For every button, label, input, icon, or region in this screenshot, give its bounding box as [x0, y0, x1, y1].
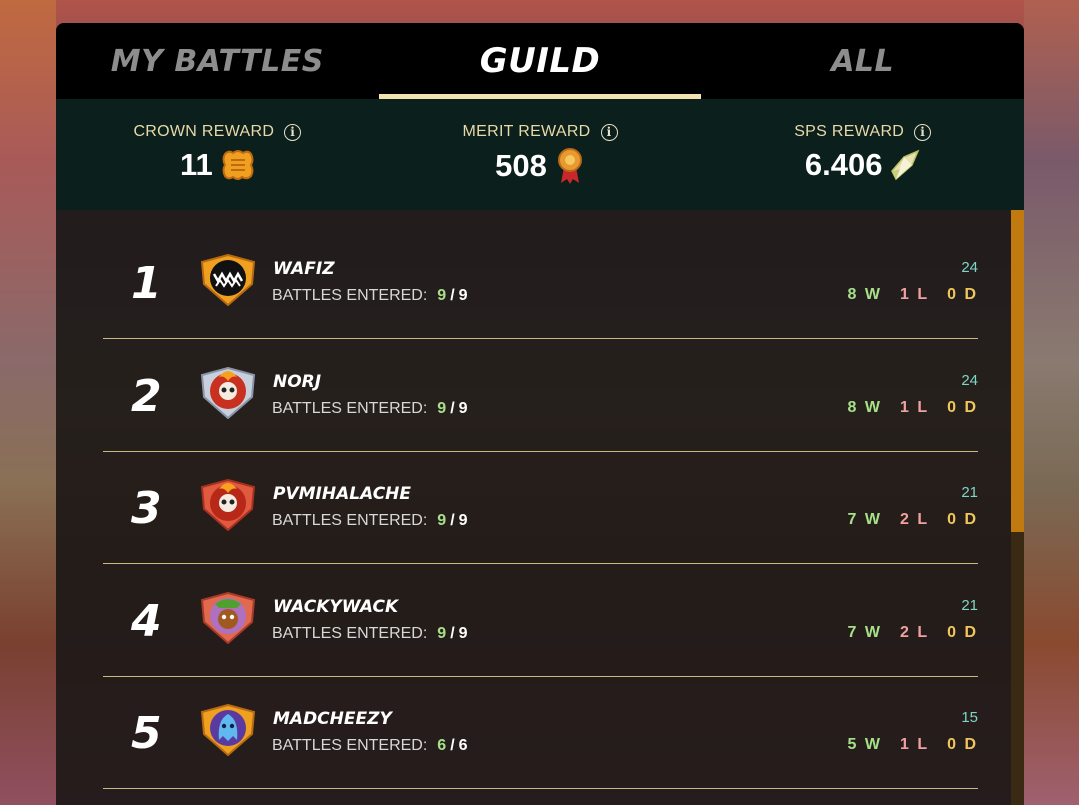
- draws: 0 D: [947, 511, 978, 528]
- win-loss-draw: 7 W 2 L 0 D: [848, 511, 978, 529]
- battles-total: 9: [458, 287, 468, 304]
- fire-skull-avatar-red: [200, 479, 256, 531]
- merit-reward-label: MERIT REWARD: [462, 123, 591, 140]
- battles-total: 9: [458, 400, 468, 417]
- battles-label: BATTLES ENTERED:: [272, 400, 428, 417]
- battles-total: 9: [458, 625, 468, 642]
- player-name[interactable]: WAFIZ: [273, 259, 335, 279]
- score: 24: [961, 372, 978, 389]
- losses: 1 L: [899, 399, 930, 416]
- losses: 2 L: [899, 511, 930, 528]
- win-loss-draw: 8 W 1 L 0 D: [848, 286, 978, 304]
- battles-count: 9: [437, 287, 447, 304]
- player-name[interactable]: PVMIHALACHE: [273, 484, 411, 504]
- battles-count: 9: [437, 400, 447, 417]
- table-row[interactable]: 4 WACKYWACK BATTLES ENTERED: 9 / 9 21 7 …: [103, 564, 978, 677]
- losses: 2 L: [899, 624, 930, 641]
- sps-shard-icon: [891, 149, 920, 181]
- battles-entered: BATTLES ENTERED: 6 / 6: [272, 737, 468, 754]
- sps-reward-value: 6.406: [804, 147, 883, 182]
- sps-reward-label: SPS REWARD: [794, 123, 905, 140]
- win-loss-draw: 5 W 1 L 0 D: [848, 736, 978, 754]
- crown-token-icon: [222, 150, 254, 180]
- battles-entered: BATTLES ENTERED: 9 / 9: [272, 400, 468, 417]
- battles-count: 6: [437, 737, 447, 754]
- tab-guild[interactable]: GUILD: [378, 23, 702, 99]
- losses: 1 L: [899, 286, 930, 303]
- battles-count: 9: [437, 512, 447, 529]
- crown-reward: CROWN REWARD i 11: [56, 99, 379, 210]
- draws: 0 D: [947, 736, 978, 753]
- player-name[interactable]: NORJ: [273, 372, 321, 392]
- win-loss-draw: 7 W 2 L 0 D: [848, 624, 978, 642]
- merit-reward: MERIT REWARD i 508: [379, 99, 702, 210]
- info-icon[interactable]: i: [914, 123, 932, 141]
- battles-label: BATTLES ENTERED:: [272, 287, 428, 304]
- background-left: [0, 0, 56, 805]
- scrollbar-thumb[interactable]: [1011, 210, 1024, 532]
- battles-total: 9: [458, 512, 468, 529]
- rank-number: 2: [131, 371, 162, 422]
- wins: 5 W: [847, 736, 882, 753]
- wins: 7 W: [847, 511, 882, 528]
- losses: 1 L: [899, 736, 930, 753]
- player-name[interactable]: WACKYWACK: [273, 597, 398, 617]
- draws: 0 D: [947, 624, 978, 641]
- tab-my-battles[interactable]: MY BATTLES: [56, 23, 379, 99]
- background-right: [1024, 0, 1079, 805]
- goblin-avatar: [200, 592, 256, 644]
- merit-medal-icon: [557, 148, 582, 184]
- rank-number: 3: [131, 483, 162, 534]
- battles-count: 9: [437, 625, 447, 642]
- wins: 8 W: [847, 399, 882, 416]
- score: 15: [961, 709, 978, 726]
- battles-entered: BATTLES ENTERED: 9 / 9: [272, 512, 468, 529]
- sps-reward: SPS REWARD i 6.406: [701, 99, 1024, 210]
- table-row[interactable]: 2 NORJ BATTLES ENTERED: 9 / 9 24 8 W 1 L…: [103, 339, 978, 452]
- player-name[interactable]: MADCHEEZY: [273, 709, 392, 729]
- rank-number: 4: [131, 596, 162, 647]
- rank-number: 1: [131, 258, 162, 309]
- draws: 0 D: [947, 399, 978, 416]
- score: 21: [961, 484, 978, 501]
- wins: 7 W: [847, 624, 882, 641]
- leaderboard-list: 1 WAFIZ BATTLES ENTERED: 9 / 9 24 8 W 1 …: [56, 210, 1024, 805]
- blue-ghost-avatar: [200, 704, 256, 756]
- leaderboard-panel: MY BATTLES GUILD ALL CROWN REWARD i 11 M…: [56, 23, 1024, 805]
- crown-reward-value: 11: [179, 147, 213, 182]
- tab-all[interactable]: ALL: [701, 23, 1024, 99]
- draws: 0 D: [947, 286, 978, 303]
- rank-number: 5: [131, 708, 162, 759]
- info-icon[interactable]: i: [600, 123, 618, 141]
- crown-reward-label: CROWN REWARD: [133, 123, 275, 140]
- tab-bar: MY BATTLES GUILD ALL: [56, 23, 1024, 99]
- fire-skull-avatar-silver: [200, 367, 256, 419]
- score: 21: [961, 597, 978, 614]
- info-icon[interactable]: i: [284, 123, 302, 141]
- merit-reward-value: 508: [495, 148, 547, 183]
- battles-entered: BATTLES ENTERED: 9 / 9: [272, 625, 468, 642]
- table-row[interactable]: 5 MADCHEEZY BATTLES ENTERED: 6 / 6 15 5 …: [103, 676, 978, 789]
- wins: 8 W: [847, 286, 882, 303]
- win-loss-draw: 8 W 1 L 0 D: [848, 399, 978, 417]
- battles-label: BATTLES ENTERED:: [272, 625, 428, 642]
- rewards-bar: CROWN REWARD i 11 MERIT REWARD i 508 SPS…: [56, 99, 1024, 210]
- table-row[interactable]: 3 PVMIHALACHE BATTLES ENTERED: 9 / 9 21 …: [103, 451, 978, 564]
- battles-label: BATTLES ENTERED:: [272, 737, 428, 754]
- battles-label: BATTLES ENTERED:: [272, 512, 428, 529]
- table-row[interactable]: 1 WAFIZ BATTLES ENTERED: 9 / 9 24 8 W 1 …: [103, 226, 978, 339]
- battles-entered: BATTLES ENTERED: 9 / 9: [272, 287, 468, 304]
- monster-mouth-avatar: [200, 254, 256, 306]
- battles-total: 6: [458, 737, 468, 754]
- score: 24: [961, 259, 978, 276]
